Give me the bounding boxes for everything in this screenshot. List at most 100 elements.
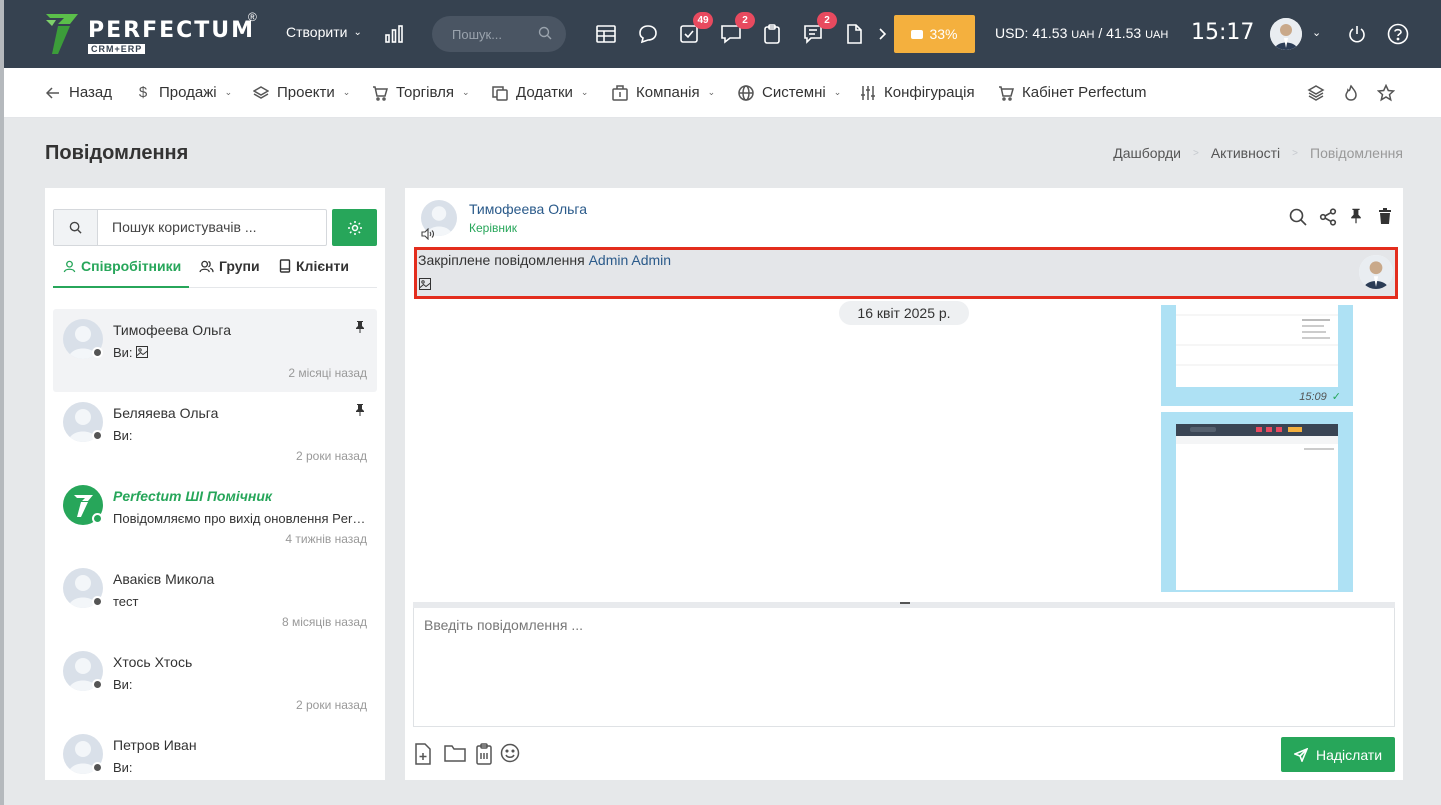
help-icon[interactable] xyxy=(1386,22,1410,46)
pin-icon[interactable] xyxy=(355,404,365,416)
contact-item[interactable]: Perfectum ШІ Помічник Повідомляємо про в… xyxy=(53,475,377,558)
contact-name: Тимофеева Ольга xyxy=(113,322,231,338)
pin-icon[interactable] xyxy=(1350,208,1370,228)
nav-projects[interactable]: Проекти ⌄ xyxy=(253,84,350,101)
table-icon[interactable] xyxy=(594,22,618,46)
pinned-message-label: Закріплене повідомлення Admin Admin xyxy=(418,252,671,268)
tab-employees[interactable]: Співробітники xyxy=(63,258,181,274)
status-dot xyxy=(92,596,103,607)
currency-unit: UAH xyxy=(1145,29,1169,41)
chevron-down-icon[interactable]: ⌄ xyxy=(1312,26,1321,39)
share-icon[interactable] xyxy=(1319,208,1339,228)
nav-addons[interactable]: Додатки ⌄ xyxy=(492,84,588,101)
nav-back[interactable]: Назад xyxy=(45,84,112,101)
power-icon[interactable] xyxy=(1345,22,1369,46)
book-icon xyxy=(279,259,291,273)
layers-icon[interactable] xyxy=(1307,84,1325,102)
nav-trade[interactable]: Торгівля ⌄ xyxy=(372,84,470,101)
clipboard-icon[interactable] xyxy=(475,743,497,765)
status-dot xyxy=(92,430,103,441)
currency-second-value: / 41.53 xyxy=(1094,25,1142,41)
chevron-right-icon[interactable] xyxy=(870,22,894,46)
main-nav: Назад $ Продажі ⌄ Проекти ⌄ Торгівля ⌄ Д… xyxy=(4,68,1441,118)
timer-progress-button[interactable]: 33% xyxy=(894,15,975,53)
user-search-input[interactable]: Пошук користувачів ... xyxy=(53,209,327,246)
nav-company[interactable]: Компанія ⌄ xyxy=(612,84,715,101)
logo-subtitle: CRM+ERP xyxy=(88,44,146,54)
message-input[interactable]: Введіть повідомлення ... xyxy=(413,608,1395,727)
nav-cabinet-label: Кабінет Perfectum xyxy=(1022,84,1147,101)
breadcrumb-item[interactable]: Активності xyxy=(1211,145,1280,161)
image-message[interactable]: 15:09 ✓ xyxy=(1161,305,1353,406)
contact-item[interactable]: Тимофеева Ольга Ви: 2 місяці назад xyxy=(53,309,377,392)
pinned-label-text: Закріплене повідомлення xyxy=(418,252,585,268)
pin-icon[interactable] xyxy=(355,321,365,333)
create-dropdown[interactable]: Створити ⌄ xyxy=(286,24,362,40)
user-avatar[interactable] xyxy=(1270,18,1302,50)
tab-clients[interactable]: Клієнти xyxy=(279,258,349,274)
contact-name: Авакієв Микола xyxy=(113,571,215,587)
send-button[interactable]: Надіслати xyxy=(1281,737,1395,772)
send-label: Надіслати xyxy=(1315,746,1383,763)
contact-last-message: тест xyxy=(113,594,139,609)
clipboard-icon[interactable] xyxy=(760,22,784,46)
chevron-down-icon: ⌄ xyxy=(833,87,842,97)
chat-contact-role: Керівник xyxy=(469,221,517,235)
contact-item[interactable]: Петров Иван Ви: xyxy=(53,724,377,780)
user-search-placeholder: Пошук користувачів ... xyxy=(112,219,257,235)
stats-icon[interactable] xyxy=(382,22,406,46)
trash-icon[interactable] xyxy=(1378,208,1398,228)
status-dot xyxy=(92,762,103,773)
message-meta: 15:09 ✓ xyxy=(1299,390,1341,404)
chevron-right-icon: > xyxy=(1292,147,1299,159)
global-search-placeholder: Пошук... xyxy=(452,26,503,42)
contact-last-message: Ви: xyxy=(113,345,368,360)
contact-time: 8 місяців назад xyxy=(281,615,367,629)
add-file-icon[interactable] xyxy=(413,743,435,765)
logo-registered: ® xyxy=(248,10,257,24)
folder-icon[interactable] xyxy=(444,743,466,765)
image-message[interactable] xyxy=(1161,412,1353,592)
nav-projects-label: Проекти xyxy=(277,84,335,101)
image-thumbnail[interactable] xyxy=(1176,305,1338,387)
contact-time: 2 місяці назад xyxy=(288,366,367,380)
emoji-icon[interactable] xyxy=(500,743,522,765)
contact-name: Беляяева Ольга xyxy=(113,405,219,421)
copy-icon xyxy=(492,85,508,101)
image-thumbnail[interactable] xyxy=(1176,424,1338,590)
tasks-icon[interactable]: 49 xyxy=(677,12,713,46)
search-icon[interactable] xyxy=(1289,208,1309,228)
speaker-icon[interactable] xyxy=(421,228,435,240)
logo[interactable]: PERFECTUM ® CRM+ERP xyxy=(44,10,264,58)
search-icon xyxy=(54,210,98,245)
chat-contact-name[interactable]: Тимофеева Ольга xyxy=(469,201,587,217)
contact-item[interactable]: Беляяева Ольга Ви: 2 роки назад xyxy=(53,392,377,475)
status-dot xyxy=(92,679,103,690)
nav-cabinet[interactable]: Кабінет Perfectum xyxy=(998,84,1147,101)
chevron-down-icon: ⌄ xyxy=(707,87,716,97)
flame-icon[interactable] xyxy=(1342,84,1360,102)
nav-sales[interactable]: $ Продажі ⌄ xyxy=(135,84,232,101)
contact-item[interactable]: Хтось Хтось Ви: 2 роки назад xyxy=(53,641,377,724)
nav-system[interactable]: Системні ⌄ xyxy=(738,84,841,101)
pinned-message-bar[interactable]: Закріплене повідомлення Admin Admin xyxy=(414,247,1398,299)
contact-item[interactable]: Авакієв Микола тест 8 місяців назад xyxy=(53,558,377,641)
file-icon[interactable] xyxy=(842,22,866,46)
messages-icon[interactable]: 2 xyxy=(719,12,755,46)
arrow-left-icon xyxy=(45,85,61,101)
chat-settings-button[interactable] xyxy=(332,209,377,246)
nav-config[interactable]: Конфігурація xyxy=(860,84,975,101)
cart-icon xyxy=(372,85,388,101)
discussions-icon[interactable]: 2 xyxy=(801,12,837,46)
camera-icon xyxy=(911,29,924,39)
breadcrumb-item[interactable]: Дашборди xyxy=(1113,145,1181,161)
grip-icon xyxy=(900,602,910,604)
global-search-input[interactable]: Пошук... xyxy=(432,16,566,52)
chat-bubble-icon[interactable] xyxy=(636,22,660,46)
tab-groups[interactable]: Групи xyxy=(199,258,260,274)
contact-last-message: Повідомляємо про вихід оновлення Perfect… xyxy=(113,511,368,526)
search-icon xyxy=(538,26,552,40)
star-icon[interactable] xyxy=(1376,83,1396,102)
contact-name: Perfectum ШІ Помічник xyxy=(113,488,272,504)
contact-last-message-text: Ви: xyxy=(113,345,133,360)
